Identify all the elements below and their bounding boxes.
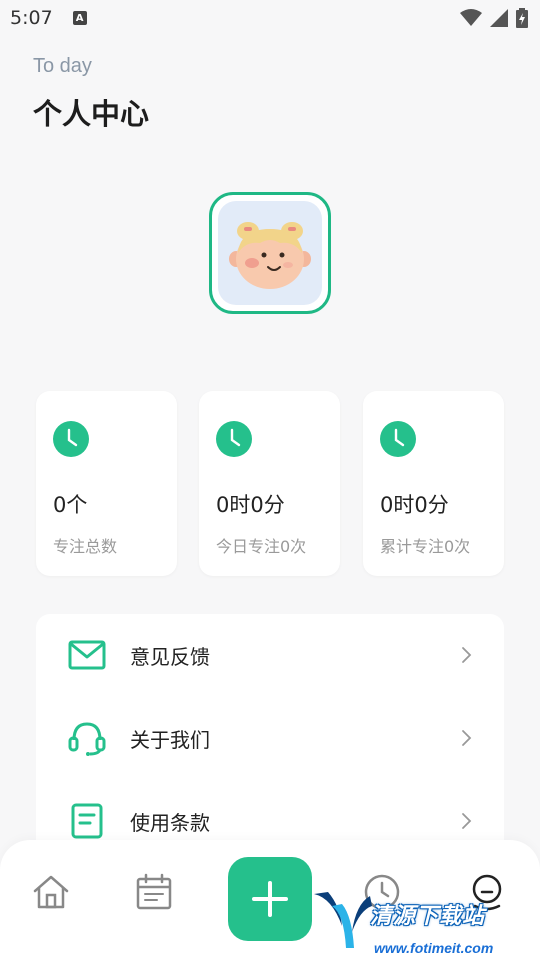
watermark-url: www.fotimeit.com — [374, 940, 494, 956]
menu-item-about[interactable]: 关于我们 — [36, 697, 504, 779]
clock-icon — [216, 421, 252, 457]
status-bar: 5:07 A — [0, 0, 540, 36]
page-title: 个人中心 — [33, 97, 150, 131]
status-time: 5:07 — [10, 7, 53, 29]
nav-home[interactable] — [29, 870, 73, 914]
mail-icon — [68, 636, 106, 674]
cartoon-face-icon — [229, 222, 311, 289]
avatar[interactable] — [209, 192, 331, 314]
nav-calendar[interactable] — [132, 870, 176, 914]
stat-label: 专注总数 — [53, 537, 118, 556]
chevron-right-icon — [462, 813, 472, 829]
stats-row: 0个 专注总数 0时0分 今日专注0次 0时0分 累计专注0次 — [36, 391, 504, 576]
menu-label: 意见反馈 — [130, 644, 210, 669]
stat-card-today: 0时0分 今日专注0次 — [199, 391, 340, 576]
menu-label: 关于我们 — [130, 727, 210, 752]
clock-icon — [53, 421, 89, 457]
clock-icon — [380, 421, 416, 457]
signal-icon — [490, 9, 508, 27]
add-icon — [252, 881, 288, 917]
calendar-icon — [136, 873, 172, 910]
notification-indicator: A — [72, 11, 87, 25]
stat-value: 0时0分 — [380, 493, 449, 517]
battery-icon — [516, 8, 528, 28]
avatar-image — [218, 201, 322, 305]
menu-item-feedback[interactable]: 意见反馈 — [36, 614, 504, 696]
stat-value: 0个 — [53, 493, 88, 517]
watermark: 清源下载站 www.fotimeit.com — [312, 876, 540, 960]
home-icon — [33, 875, 69, 909]
wifi-icon — [460, 9, 482, 26]
watermark-logo-icon — [314, 892, 372, 948]
stat-value: 0时0分 — [216, 493, 285, 517]
header-subtitle: To day — [33, 55, 92, 77]
headset-icon — [68, 719, 106, 757]
document-icon — [68, 802, 106, 840]
chevron-right-icon — [462, 730, 472, 746]
stat-card-total: 0个 专注总数 — [36, 391, 177, 576]
stat-card-cumulative: 0时0分 累计专注0次 — [363, 391, 504, 576]
add-button[interactable] — [228, 857, 312, 941]
menu-label: 使用条款 — [130, 810, 210, 835]
stat-label: 累计专注0次 — [380, 537, 471, 556]
chevron-right-icon — [462, 647, 472, 663]
watermark-text: 清源下载站 — [370, 904, 486, 929]
stat-label: 今日专注0次 — [216, 537, 307, 556]
